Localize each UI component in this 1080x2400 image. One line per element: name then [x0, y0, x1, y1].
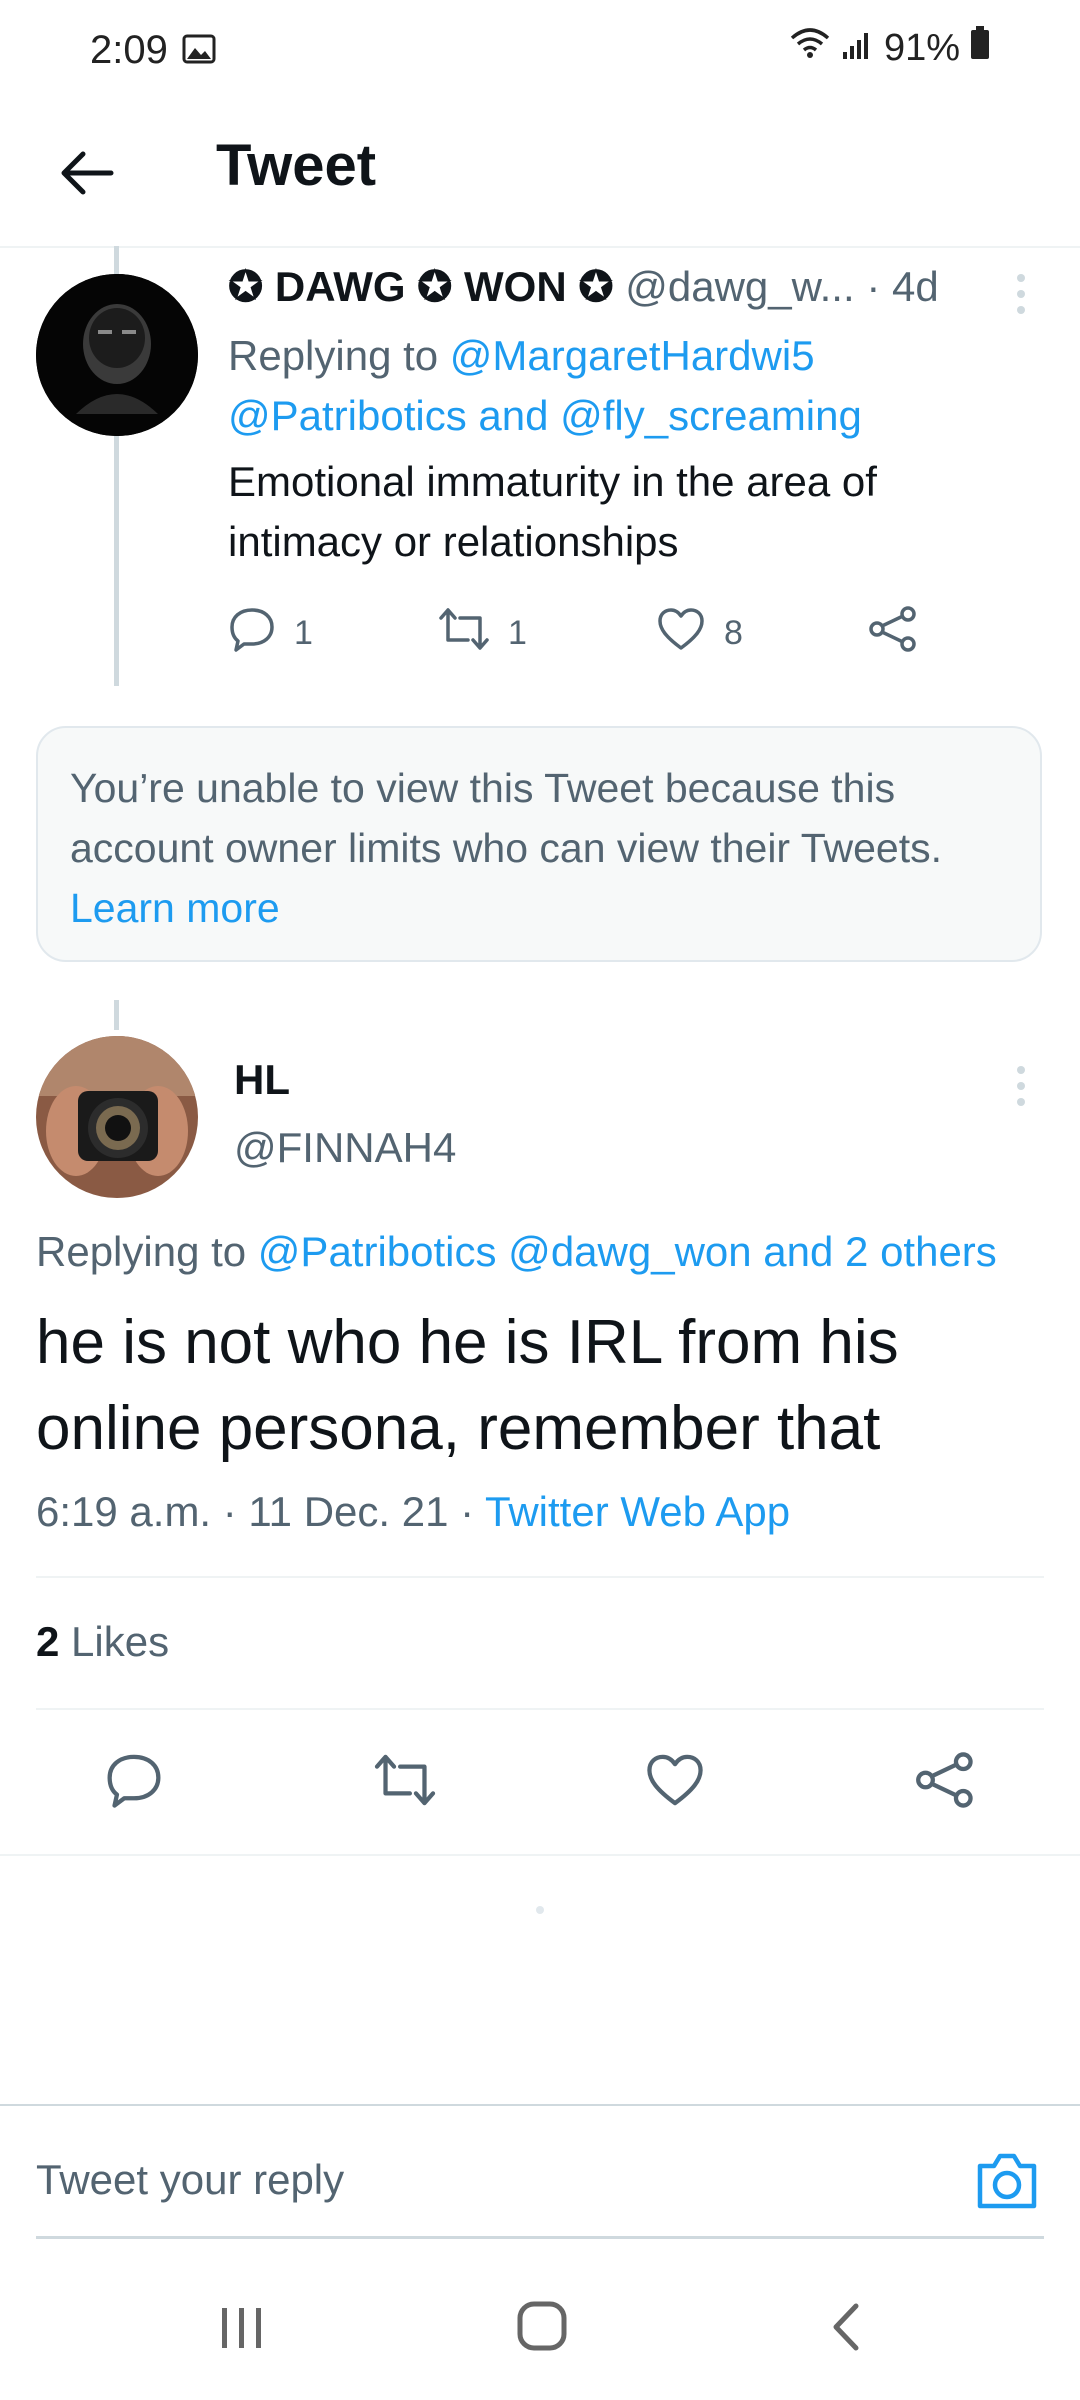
home-icon — [516, 2301, 568, 2356]
main-tweet-text-line1: he is not who he is IRL from his — [36, 1308, 899, 1377]
likes-count: 2 — [36, 1618, 60, 1665]
restricted-tweet-notice: You’re unable to view this Tweet because… — [36, 726, 1042, 962]
reply-underline — [36, 2236, 1044, 2239]
like-button[interactable]: 8 — [656, 606, 743, 661]
main-tweet-handle[interactable]: @FINNAH4 — [234, 1124, 456, 1172]
main-tweet-more-button[interactable] — [1006, 1062, 1036, 1112]
signal-icon — [842, 27, 874, 70]
top-app-bar: Tweet — [0, 100, 1080, 248]
tweet1-replying: Replying to @MargaretHardwi5 @Patribotic… — [228, 326, 862, 446]
main-tweet-name[interactable]: HL — [234, 1056, 290, 1104]
reply-icon — [228, 606, 276, 661]
learn-more-link[interactable]: Learn more — [70, 885, 280, 931]
tweet1-actions: 1 1 8 — [228, 600, 928, 660]
back-button[interactable] — [52, 140, 122, 210]
retweet-button[interactable]: 1 — [438, 606, 527, 661]
wifi-icon — [788, 26, 832, 70]
system-nav-bar — [0, 2260, 1080, 2400]
divider — [0, 1854, 1080, 1856]
main-tweet-meta: 6:19 a.m. · 11 Dec. 21 · Twitter Web App — [36, 1488, 790, 1536]
retweet-icon — [372, 1754, 438, 1812]
status-bar: 2:09 91% — [0, 0, 1080, 100]
camera-button[interactable] — [974, 2150, 1040, 2217]
reply-input[interactable]: Tweet your reply — [36, 2156, 344, 2204]
reply-icon — [104, 1754, 164, 1812]
share-icon — [868, 606, 918, 661]
battery-percent: 91% — [883, 26, 960, 69]
likes-summary[interactable]: 2 Likes — [36, 1618, 169, 1666]
page-title: Tweet — [216, 133, 377, 198]
tweet1-text-line2: intimacy or relationships — [228, 518, 679, 565]
retweet-icon — [438, 606, 490, 661]
retweet-count: 1 — [508, 614, 527, 652]
replying-prefix: Replying to — [36, 1228, 247, 1275]
share-button[interactable] — [868, 606, 918, 661]
gallery-icon — [182, 34, 216, 69]
heart-icon — [656, 606, 706, 661]
tweet1-name[interactable]: ✪ DAWG ✪ WON ✪ — [228, 263, 614, 310]
main-tweet-text: he is not who he is IRL from his online … — [36, 1300, 899, 1472]
recents-icon — [218, 2308, 266, 2356]
reply-divider — [0, 2104, 1080, 2106]
chevron-left-icon — [826, 2303, 866, 2356]
main-reply-button[interactable] — [104, 1752, 164, 1813]
replying-prefix: Replying to — [228, 332, 439, 379]
main-share-button[interactable] — [914, 1752, 976, 1813]
status-right: 91% — [788, 26, 990, 70]
status-time: 2:09 — [90, 28, 168, 72]
avatar-dawg[interactable] — [36, 274, 198, 436]
main-like-button[interactable] — [644, 1752, 706, 1813]
reply-button[interactable]: 1 — [228, 606, 313, 661]
system-back-button[interactable] — [826, 2302, 866, 2357]
home-button[interactable] — [516, 2300, 568, 2357]
avatar-hl[interactable] — [36, 1036, 198, 1198]
battery-icon — [970, 26, 990, 70]
main-tweet-text-line2: online persona, remember that — [36, 1394, 881, 1463]
arrow-left-icon — [59, 149, 115, 202]
divider — [36, 1708, 1044, 1710]
tweet1-header: ✪ DAWG ✪ WON ✪ @dawg_w... · 4d — [228, 262, 1038, 311]
tweet1-more-button[interactable] — [1006, 270, 1036, 320]
divider — [36, 1576, 1044, 1578]
camera-icon — [974, 2153, 1040, 2216]
tweet1-handle[interactable]: @dawg_w... — [625, 263, 854, 310]
reply-count: 1 — [294, 614, 313, 652]
tweet1-age: · 4d — [866, 263, 939, 310]
more-vertical-icon — [1006, 274, 1036, 324]
loading-dot — [536, 1906, 544, 1914]
tweet1-text-line1: Emotional immaturity in the area of — [228, 458, 877, 505]
recents-button[interactable] — [218, 2304, 266, 2357]
tweet-source-link[interactable]: Twitter Web App — [485, 1488, 790, 1535]
like-count: 8 — [724, 614, 743, 652]
tweet1-text: Emotional immaturity in the area of inti… — [228, 452, 877, 572]
main-tweet-replying: Replying to @Patribotics @dawg_won and 2… — [36, 1228, 997, 1276]
likes-label: Likes — [71, 1618, 170, 1665]
main-tweet-timestamp: 6:19 a.m. · 11 Dec. 21 · — [36, 1488, 475, 1535]
main-retweet-button[interactable] — [372, 1752, 438, 1813]
replying-mention[interactable]: @MargaretHardwi5 — [450, 332, 815, 379]
replying-mentions-line2[interactable]: @Patribotics and @fly_screaming — [228, 386, 862, 446]
thread-line-top — [114, 1000, 119, 1030]
heart-icon — [644, 1754, 706, 1812]
notice-text: You’re unable to view this Tweet because… — [70, 765, 943, 871]
more-vertical-icon — [1006, 1066, 1036, 1116]
replying-mentions[interactable]: @Patribotics @dawg_won and 2 others — [258, 1228, 997, 1275]
share-icon — [914, 1752, 976, 1812]
